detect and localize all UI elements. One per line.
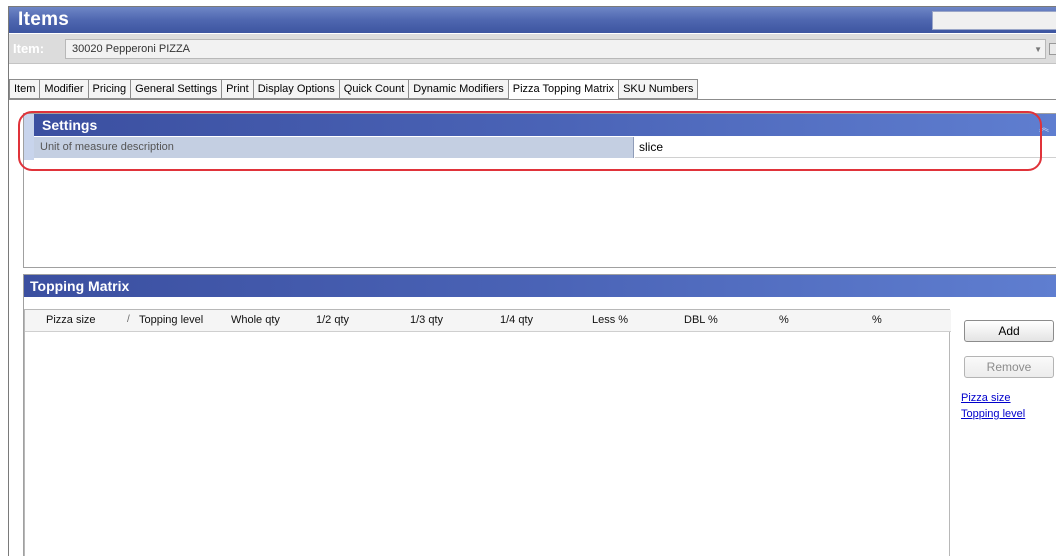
tab-pizza-topping-matrix[interactable]: Pizza Topping Matrix: [508, 79, 620, 100]
pizza-size-link[interactable]: Pizza size: [961, 392, 1011, 404]
chevron-down-icon[interactable]: ▼: [1034, 45, 1042, 54]
column-half-qty[interactable]: 1/2 qty: [316, 314, 349, 326]
window-title: Items: [18, 9, 70, 30]
tab-general-settings[interactable]: General Settings: [131, 79, 223, 99]
tab-sku-numbers[interactable]: SKU Numbers: [619, 79, 699, 99]
tab-pricing[interactable]: Pricing: [88, 79, 132, 99]
tab-display-options[interactable]: Display Options: [253, 79, 340, 99]
item-selector-bar: Item: 30020 Pepperoni PIZZA ▼: [9, 34, 1056, 64]
title-search-box[interactable]: [932, 11, 1056, 30]
column-dbl-pct[interactable]: DBL %: [684, 314, 718, 326]
item-label: Item:: [13, 41, 45, 56]
tab-quick-count[interactable]: Quick Count: [339, 79, 410, 99]
tab-strip: Item Modifier Pricing General Settings P…: [9, 79, 699, 100]
topping-matrix-header: Topping Matrix: [24, 275, 1056, 297]
tab-divider: [9, 99, 1056, 100]
item-options-icon[interactable]: [1049, 43, 1056, 55]
topping-matrix-title: Topping Matrix: [30, 278, 130, 294]
column-third-qty[interactable]: 1/3 qty: [410, 314, 443, 326]
remove-button[interactable]: Remove: [964, 356, 1054, 378]
tab-print[interactable]: Print: [222, 79, 254, 99]
column-quarter-qty[interactable]: 1/4 qty: [500, 314, 533, 326]
column-less-pct[interactable]: Less %: [592, 314, 628, 326]
item-dropdown[interactable]: 30020 Pepperoni PIZZA ▼: [65, 39, 1046, 59]
sort-indicator-icon: /: [127, 314, 130, 325]
column-pct-1[interactable]: %: [779, 314, 789, 326]
topping-matrix-grid[interactable]: Pizza size / Topping level Whole qty 1/2…: [24, 309, 951, 556]
topping-level-link[interactable]: Topping level: [961, 408, 1025, 420]
item-dropdown-value: 30020 Pepperoni PIZZA: [72, 43, 191, 55]
title-bar: Items: [9, 7, 1056, 33]
column-pizza-size[interactable]: Pizza size: [46, 314, 96, 326]
tab-modifier[interactable]: Modifier: [40, 79, 89, 99]
column-pct-2[interactable]: %: [872, 314, 882, 326]
column-topping-level[interactable]: Topping level: [139, 314, 203, 326]
highlight-annotation: [18, 111, 1042, 171]
tab-dynamic-modifiers[interactable]: Dynamic Modifiers: [409, 79, 509, 99]
add-button[interactable]: Add: [964, 320, 1054, 342]
items-window: Items Item: 30020 Pepperoni PIZZA ▼ Item…: [8, 6, 1056, 556]
column-whole-qty[interactable]: Whole qty: [231, 314, 280, 326]
tab-item[interactable]: Item: [9, 79, 41, 99]
topping-matrix-panel: Topping Matrix Pizza size / Topping leve…: [23, 274, 1056, 556]
grid-header-row: Pizza size / Topping level Whole qty 1/2…: [25, 310, 951, 332]
